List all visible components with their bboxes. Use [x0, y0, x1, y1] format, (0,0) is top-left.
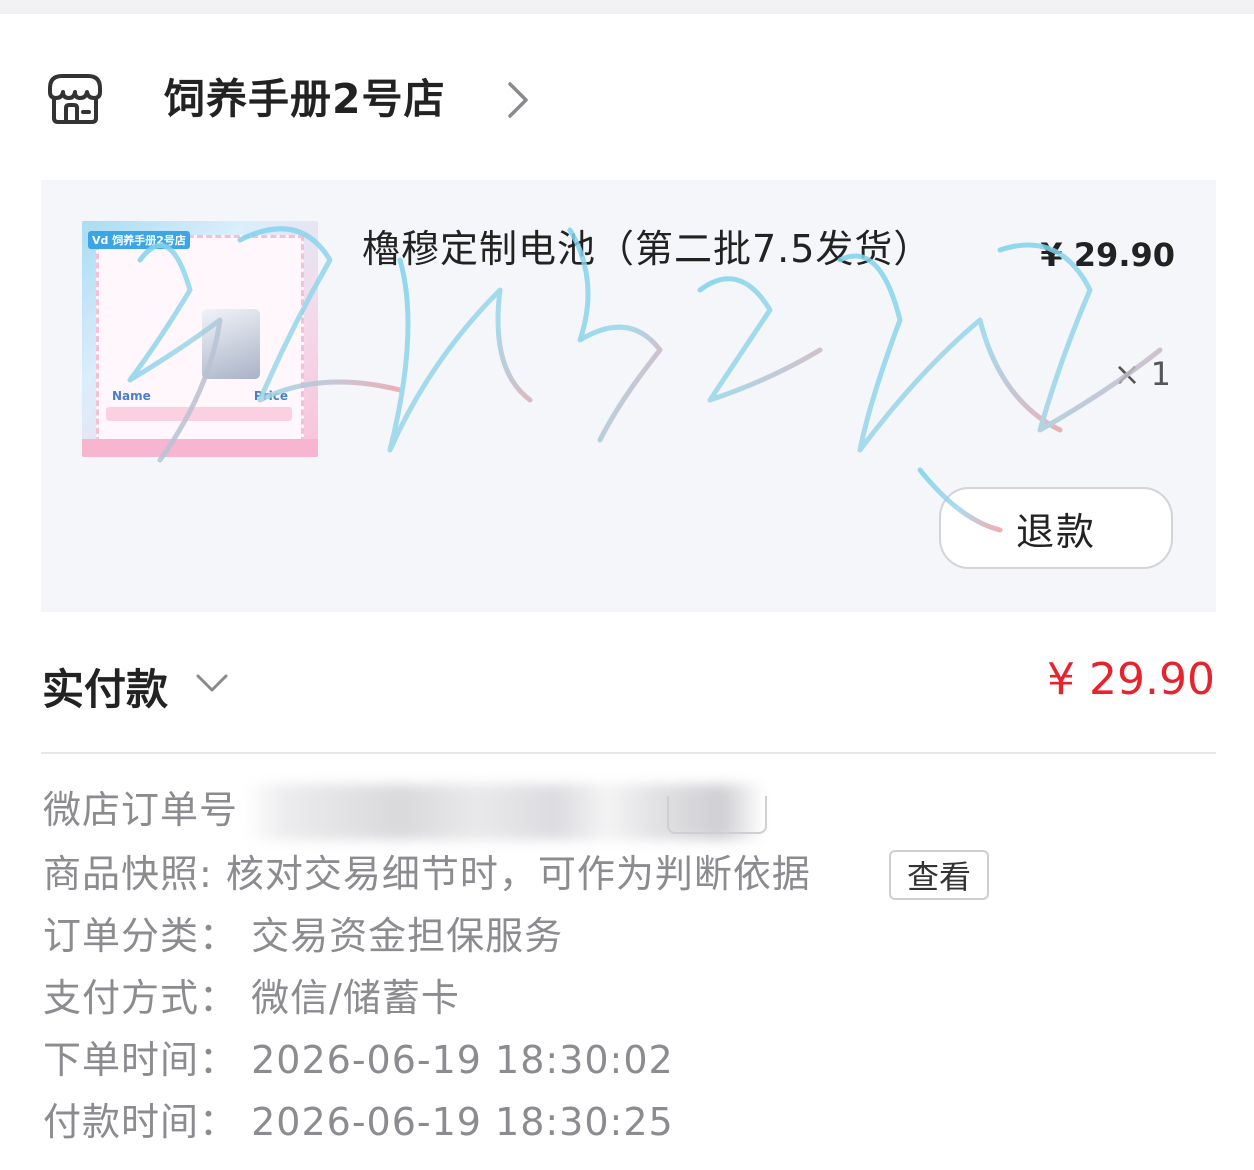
- pay-method-row: 支付方式： 微信/储蓄卡: [43, 974, 460, 1022]
- snapshot-text: 核对交易细节时，可作为判断依据: [225, 852, 811, 896]
- store-icon: [48, 74, 102, 124]
- category-row: 订单分类： 交易资金担保服务: [43, 912, 563, 960]
- product-card[interactable]: Vd 饲养手册2号店 Name Price 櫓穆定制电池（第二批7.5发货） ¥…: [41, 180, 1216, 612]
- category-label: 订单分类：: [43, 914, 239, 958]
- order-time-value: 2026-06-19 18:30:02: [251, 1038, 674, 1082]
- category-value: 交易资金担保服务: [251, 914, 564, 958]
- store-name[interactable]: 饲养手册2号店: [164, 74, 446, 124]
- view-snapshot-button[interactable]: 查看: [889, 850, 989, 900]
- product-quantity: × 1: [1113, 355, 1171, 393]
- thumbnail-battery: [202, 309, 260, 379]
- snapshot-row: 商品快照: 核对交易细节时，可作为判断依据: [43, 850, 811, 898]
- product-unit-price: ¥ 29.90: [1040, 236, 1175, 274]
- thumbnail-subrow: [106, 407, 292, 421]
- order-time-label: 下单时间：: [43, 1038, 239, 1082]
- thumbnail-price-label: Price: [253, 389, 288, 403]
- paid-label[interactable]: 实付款: [42, 656, 168, 717]
- refund-button[interactable]: 退款: [939, 487, 1173, 569]
- order-number-label: 微店订单号: [43, 788, 239, 832]
- thumbnail-tag: Vd 饲养手册2号店: [88, 231, 190, 249]
- pay-time-value: 2026-06-19 18:30:25: [251, 1100, 674, 1144]
- store-header[interactable]: 饲养手册2号店: [44, 66, 644, 136]
- pay-method-value: 微信/储蓄卡: [251, 976, 460, 1020]
- thumbnail-name-label: Name: [112, 389, 151, 403]
- chevron-right-icon: [508, 82, 528, 118]
- copy-order-number-button[interactable]: [667, 796, 767, 834]
- paid-amount: ¥ 29.90: [1047, 654, 1215, 705]
- product-title[interactable]: 櫓穆定制电池（第二批7.5发货）: [362, 218, 931, 280]
- thumbnail-labels: Name Price: [112, 389, 288, 403]
- pay-time-row: 付款时间： 2026-06-19 18:30:25: [43, 1098, 674, 1146]
- status-bar-strip: [0, 0, 1254, 14]
- pay-method-label: 支付方式：: [43, 976, 239, 1020]
- order-time-row: 下单时间： 2026-06-19 18:30:02: [43, 1036, 674, 1084]
- chevron-down-icon[interactable]: [194, 668, 230, 696]
- snapshot-label: 商品快照:: [43, 852, 213, 896]
- divider: [41, 752, 1216, 754]
- order-number-row: 微店订单号: [43, 786, 238, 834]
- thumbnail-footer: [82, 439, 318, 457]
- product-thumbnail[interactable]: Vd 饲养手册2号店 Name Price: [82, 221, 318, 457]
- pay-time-label: 付款时间：: [43, 1100, 239, 1144]
